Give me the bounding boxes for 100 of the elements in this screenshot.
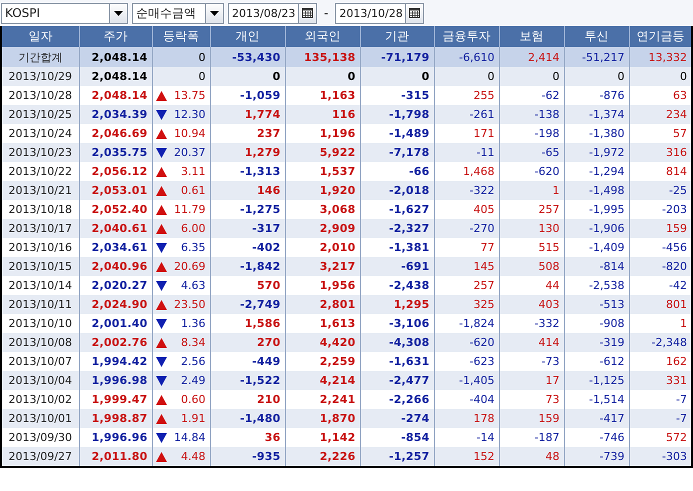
change-value: 1.36 bbox=[181, 317, 206, 330]
table-cell: -402 bbox=[210, 238, 285, 257]
start-date-field[interactable]: 2013/08/23 bbox=[228, 2, 317, 24]
table-cell: 1,537 bbox=[285, 162, 360, 181]
table-cell: 2,801 bbox=[285, 295, 360, 314]
table-cell: 1,870 bbox=[285, 409, 360, 428]
table-cell: -7 bbox=[629, 409, 691, 428]
table-cell: 331 bbox=[629, 371, 691, 390]
price-cell: 2,056.12 bbox=[79, 162, 152, 181]
price-cell: 2,024.90 bbox=[79, 295, 152, 314]
price-cell: 2,040.61 bbox=[79, 219, 152, 238]
table-cell: -66 bbox=[360, 162, 434, 181]
end-date-field[interactable]: 2013/10/28 bbox=[335, 2, 424, 24]
table-cell: -198 bbox=[499, 124, 564, 143]
column-header[interactable]: 기관 bbox=[360, 26, 434, 47]
price-cell: 2,011.80 bbox=[79, 447, 152, 466]
date-cell: 2013/10/08 bbox=[2, 333, 79, 352]
change-value: 4.63 bbox=[181, 279, 206, 292]
change-value: 2.56 bbox=[181, 355, 206, 368]
price-cell: 2,048.14 bbox=[79, 86, 152, 105]
column-header[interactable]: 연기금등 bbox=[629, 26, 691, 47]
table-cell: -1,275 bbox=[210, 200, 285, 219]
table-cell: -1,842 bbox=[210, 257, 285, 276]
table-cell: 2,414 bbox=[499, 47, 564, 67]
table-cell: 0 bbox=[499, 67, 564, 86]
table-cell: -2,327 bbox=[360, 219, 434, 238]
table-cell: -1,125 bbox=[564, 371, 629, 390]
table-cell: 1,613 bbox=[285, 314, 360, 333]
table-cell: 3,068 bbox=[285, 200, 360, 219]
column-header[interactable]: 일자 bbox=[2, 26, 79, 47]
table-cell: 1 bbox=[499, 181, 564, 200]
table-cell: -739 bbox=[564, 447, 629, 466]
table-cell: 73 bbox=[499, 390, 564, 409]
calendar-icon[interactable] bbox=[409, 8, 420, 18]
table-cell: -620 bbox=[499, 162, 564, 181]
column-header[interactable]: 등락폭 bbox=[152, 26, 210, 47]
table-cell: 0 bbox=[434, 67, 499, 86]
table-cell: 1,196 bbox=[285, 124, 360, 143]
table-cell: 48 bbox=[499, 447, 564, 466]
price-cell: 1,994.42 bbox=[79, 352, 152, 371]
table-cell: -2,266 bbox=[360, 390, 434, 409]
table-cell: -3,106 bbox=[360, 314, 434, 333]
table-cell: 570 bbox=[210, 276, 285, 295]
table-cell: 13,332 bbox=[629, 47, 691, 67]
table-cell: 814 bbox=[629, 162, 691, 181]
table-cell: 403 bbox=[499, 295, 564, 314]
column-header[interactable]: 외국인 bbox=[285, 26, 360, 47]
table-cell: -935 bbox=[210, 447, 285, 466]
table-cell: -4,308 bbox=[360, 333, 434, 352]
table-cell: 0 bbox=[210, 67, 285, 86]
table-cell: -1,374 bbox=[564, 105, 629, 124]
date-cell: 2013/10/10 bbox=[2, 314, 79, 333]
date-cell: 2013/10/14 bbox=[2, 276, 79, 295]
column-header[interactable]: 주가 bbox=[79, 26, 152, 47]
price-cell: 2,046.69 bbox=[79, 124, 152, 143]
table-cell: -1,059 bbox=[210, 86, 285, 105]
market-dropdown[interactable]: KOSPI bbox=[1, 2, 128, 24]
calendar-icon[interactable] bbox=[302, 8, 313, 18]
table-cell: -2,348 bbox=[629, 333, 691, 352]
table-cell: 2,241 bbox=[285, 390, 360, 409]
table-cell: 1,163 bbox=[285, 86, 360, 105]
table-cell: 152 bbox=[434, 447, 499, 466]
table-cell: -1,627 bbox=[360, 200, 434, 219]
change-value: 14.84 bbox=[174, 431, 206, 444]
date-cell: 2013/10/04 bbox=[2, 371, 79, 390]
column-header[interactable]: 개인 bbox=[210, 26, 285, 47]
table-cell: -73 bbox=[499, 352, 564, 371]
table-cell: -1,995 bbox=[564, 200, 629, 219]
date-cell: 2013/10/02 bbox=[2, 390, 79, 409]
table-cell: 1,586 bbox=[210, 314, 285, 333]
change-value: 11.79 bbox=[174, 203, 206, 216]
date-cell: 2013/10/18 bbox=[2, 200, 79, 219]
price-cell: 2,020.27 bbox=[79, 276, 152, 295]
change-value: 0.61 bbox=[181, 184, 206, 197]
date-cell: 기간합계 bbox=[2, 47, 79, 67]
table-cell: 1,956 bbox=[285, 276, 360, 295]
table-cell: -1,489 bbox=[360, 124, 434, 143]
price-cell: 2,035.75 bbox=[79, 143, 152, 162]
table-cell: -691 bbox=[360, 257, 434, 276]
table-cell: 159 bbox=[499, 409, 564, 428]
table-cell: -6,610 bbox=[434, 47, 499, 67]
change-value: 6.35 bbox=[181, 241, 206, 254]
table-cell: 0 bbox=[629, 67, 691, 86]
table-cell: -417 bbox=[564, 409, 629, 428]
price-cell: 2,040.96 bbox=[79, 257, 152, 276]
price-cell: 2,053.01 bbox=[79, 181, 152, 200]
column-header[interactable]: 보험 bbox=[499, 26, 564, 47]
table-cell: -1,313 bbox=[210, 162, 285, 181]
table-cell: -51,217 bbox=[564, 47, 629, 67]
column-header[interactable]: 투신 bbox=[564, 26, 629, 47]
change-value: 8.34 bbox=[181, 336, 206, 349]
table-cell: -404 bbox=[434, 390, 499, 409]
mode-dropdown[interactable]: 순매수금액 bbox=[132, 2, 224, 24]
table-cell: 515 bbox=[499, 238, 564, 257]
table-cell: 171 bbox=[434, 124, 499, 143]
table-cell: -1,480 bbox=[210, 409, 285, 428]
column-header[interactable]: 금융투자 bbox=[434, 26, 499, 47]
date-cell: 2013/10/23 bbox=[2, 143, 79, 162]
table-cell: -1,514 bbox=[564, 390, 629, 409]
table-cell: -7,178 bbox=[360, 143, 434, 162]
